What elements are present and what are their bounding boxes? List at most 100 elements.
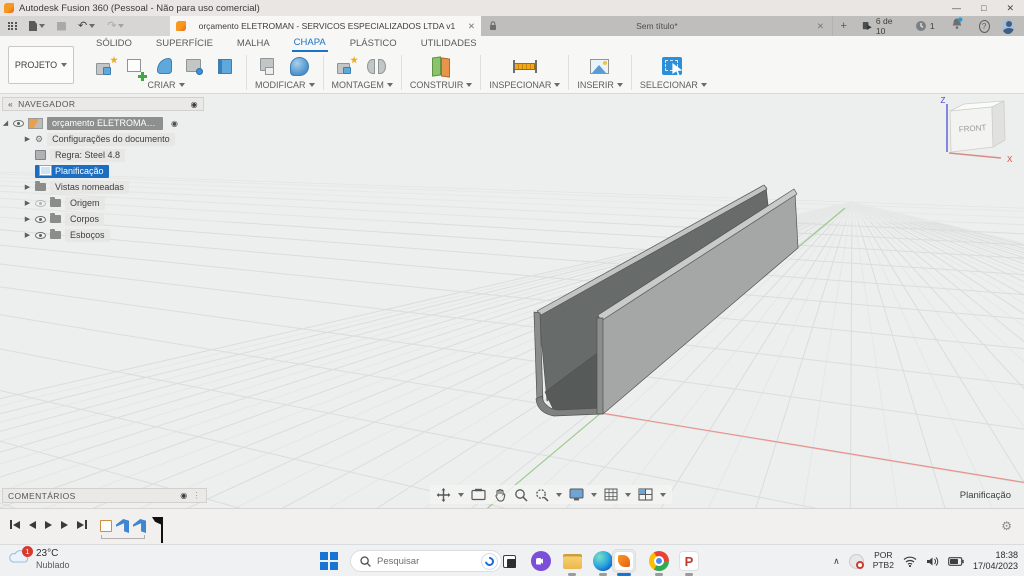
convert-to-sheetmetal-button[interactable] (184, 55, 208, 79)
chat-app-button[interactable] (530, 550, 552, 572)
timeline-settings-gear-icon[interactable]: ⚙ (1001, 519, 1012, 533)
group-modificar-label[interactable]: MODIFICAR (255, 80, 306, 90)
wifi-icon[interactable] (903, 556, 917, 567)
visibility-eye-icon-off[interactable] (35, 200, 46, 207)
job-status-button[interactable]: 6 de 10 (854, 16, 907, 36)
thicken-button[interactable] (214, 55, 238, 79)
create-sketch-button[interactable] (124, 55, 148, 79)
tab-plastico[interactable]: PLÁSTICO (348, 37, 399, 51)
collapsed-arrow-icon[interactable]: ▶ (24, 199, 31, 207)
orbit-tool-icon[interactable] (436, 488, 451, 502)
tab-chapa-active[interactable]: CHAPA (292, 36, 328, 52)
tree-item-origin[interactable]: ▶ Origem (2, 196, 204, 210)
activate-component-icon[interactable]: ◉ (171, 119, 178, 128)
tree-item-document-settings[interactable]: ▶ ⚙ Configurações do documento (2, 132, 204, 146)
chevron-down-icon[interactable] (556, 493, 562, 497)
group-construir-label[interactable]: CONSTRUIR (410, 80, 464, 90)
redo-button[interactable]: ↷ (107, 21, 124, 31)
new-tab-button[interactable]: + (833, 16, 854, 36)
red-p-app-button[interactable]: P (678, 550, 700, 572)
collapsed-arrow-icon[interactable]: ▶ (24, 215, 31, 223)
tree-item-sketches[interactable]: ▶ Esboços (2, 228, 204, 242)
timeline-flange-feature[interactable] (133, 519, 146, 533)
viewports-icon[interactable] (638, 488, 653, 501)
group-selecionar-label[interactable]: SELECIONAR (640, 80, 698, 90)
volume-icon[interactable] (926, 556, 939, 567)
windows-start-button[interactable] (320, 552, 338, 570)
collapse-panel-icon[interactable]: « (8, 99, 13, 109)
clock-date[interactable]: 18:38 17/04/2023 (973, 550, 1018, 572)
close-tab-button[interactable]: ✕ (468, 21, 475, 32)
zoom-tool-icon[interactable] (514, 488, 528, 502)
fit-zoom-window-icon[interactable] (535, 488, 549, 502)
collapsed-arrow-icon[interactable]: ▶ (24, 135, 31, 143)
form-tool-button[interactable] (288, 55, 312, 79)
chevron-down-icon[interactable] (660, 493, 666, 497)
taskbar-search-input[interactable]: Pesquisar (350, 550, 502, 572)
group-inspecionar-label[interactable]: INSPECIONAR (489, 80, 551, 90)
visibility-eye-icon[interactable] (13, 120, 24, 127)
timeline-sketch-feature[interactable] (100, 520, 112, 532)
tree-item-flat-pattern-selected[interactable]: Planificação (2, 164, 204, 178)
user-avatar[interactable] (1002, 19, 1014, 34)
task-view-button[interactable] (498, 550, 520, 572)
maximize-button[interactable]: □ (981, 3, 986, 13)
close-window-button[interactable]: ✕ (1006, 3, 1014, 14)
project-dropdown-button[interactable]: PROJETO (8, 46, 74, 84)
new-component-button[interactable] (335, 55, 359, 79)
go-to-end-button[interactable] (77, 520, 87, 529)
tab-document-active[interactable]: orçamento ELETROMAN - SERVICOS ESPECIALI… (170, 16, 481, 36)
visibility-eye-icon[interactable] (35, 232, 46, 239)
comments-panel-header[interactable]: COMENTÁRIOS ◉ ⋮ (2, 488, 207, 503)
viewcube[interactable]: FRONT Z X (933, 96, 1021, 172)
construction-plane-button[interactable] (429, 55, 453, 79)
flange-tool-button[interactable] (94, 55, 118, 79)
panel-menu-icon[interactable]: ◉ (191, 100, 198, 109)
tab-document-untitled[interactable]: Sem título* ✕ (481, 16, 833, 36)
pending-actions-button[interactable]: 1 (907, 20, 943, 32)
display-settings-icon[interactable] (569, 488, 584, 501)
tab-malha[interactable]: MALHA (235, 37, 272, 51)
group-inserir-label[interactable]: INSERIR (577, 80, 614, 90)
joint-tool-button[interactable] (365, 55, 389, 79)
chrome-browser-button[interactable] (648, 550, 670, 572)
bing-chat-icon[interactable] (481, 553, 498, 570)
chevron-down-icon[interactable] (625, 493, 631, 497)
collapsed-arrow-icon[interactable]: ▶ (24, 183, 31, 191)
visibility-eye-icon[interactable] (35, 216, 46, 223)
look-at-tool-icon[interactable] (471, 488, 486, 501)
tab-solido[interactable]: SÓLIDO (94, 37, 134, 51)
grid-settings-icon[interactable] (604, 488, 618, 501)
measure-tool-button[interactable] (513, 55, 537, 79)
navigator-header[interactable]: « NAVEGADOR ◉ (2, 97, 204, 111)
3d-viewport[interactable]: FRONT Z X « NAVEGADOR ◉ ◢ orçamento ELET… (0, 94, 1024, 508)
panel-menu-icon[interactable]: ◉ (180, 491, 187, 500)
file-menu-button[interactable] (29, 21, 45, 31)
step-back-button[interactable] (29, 521, 36, 529)
viewcube-right-face[interactable] (992, 101, 1005, 147)
flange-curve-button[interactable] (154, 55, 178, 79)
file-explorer-button[interactable] (561, 550, 583, 572)
app-grid-icon[interactable] (8, 22, 17, 31)
group-montagem-label[interactable]: MONTAGEM (332, 80, 384, 90)
undo-button[interactable]: ↶ (78, 21, 95, 31)
tree-item-bodies[interactable]: ▶ Corpos (2, 212, 204, 226)
save-button[interactable] (57, 22, 66, 31)
chevron-down-icon[interactable] (458, 493, 464, 497)
timeline-flange-feature[interactable] (116, 519, 129, 533)
widgets-weather-button[interactable]: 1 23°C Nublado (8, 548, 70, 570)
expanded-arrow-icon[interactable]: ◢ (2, 119, 9, 127)
close-tab-button[interactable]: ✕ (817, 21, 824, 32)
unfold-tool-button[interactable] (258, 55, 282, 79)
collapsed-arrow-icon[interactable]: ▶ (24, 231, 31, 239)
insert-image-button[interactable] (588, 55, 612, 79)
edge-browser-button[interactable] (592, 550, 614, 572)
panel-handle-icon[interactable]: ⋮ (193, 491, 201, 500)
timeline-position-marker[interactable] (152, 517, 166, 543)
tree-root-document[interactable]: ◢ orçamento ELETROMAN - SER... ◉ (2, 116, 204, 130)
tree-item-sheetmetal-rule[interactable]: Regra: Steel 4.8 (2, 148, 204, 162)
language-indicator[interactable]: POR PTB2 (873, 551, 894, 571)
chevron-down-icon[interactable] (591, 493, 597, 497)
tab-superficie[interactable]: SUPERFÍCIE (154, 37, 215, 51)
go-to-start-button[interactable] (10, 520, 20, 529)
